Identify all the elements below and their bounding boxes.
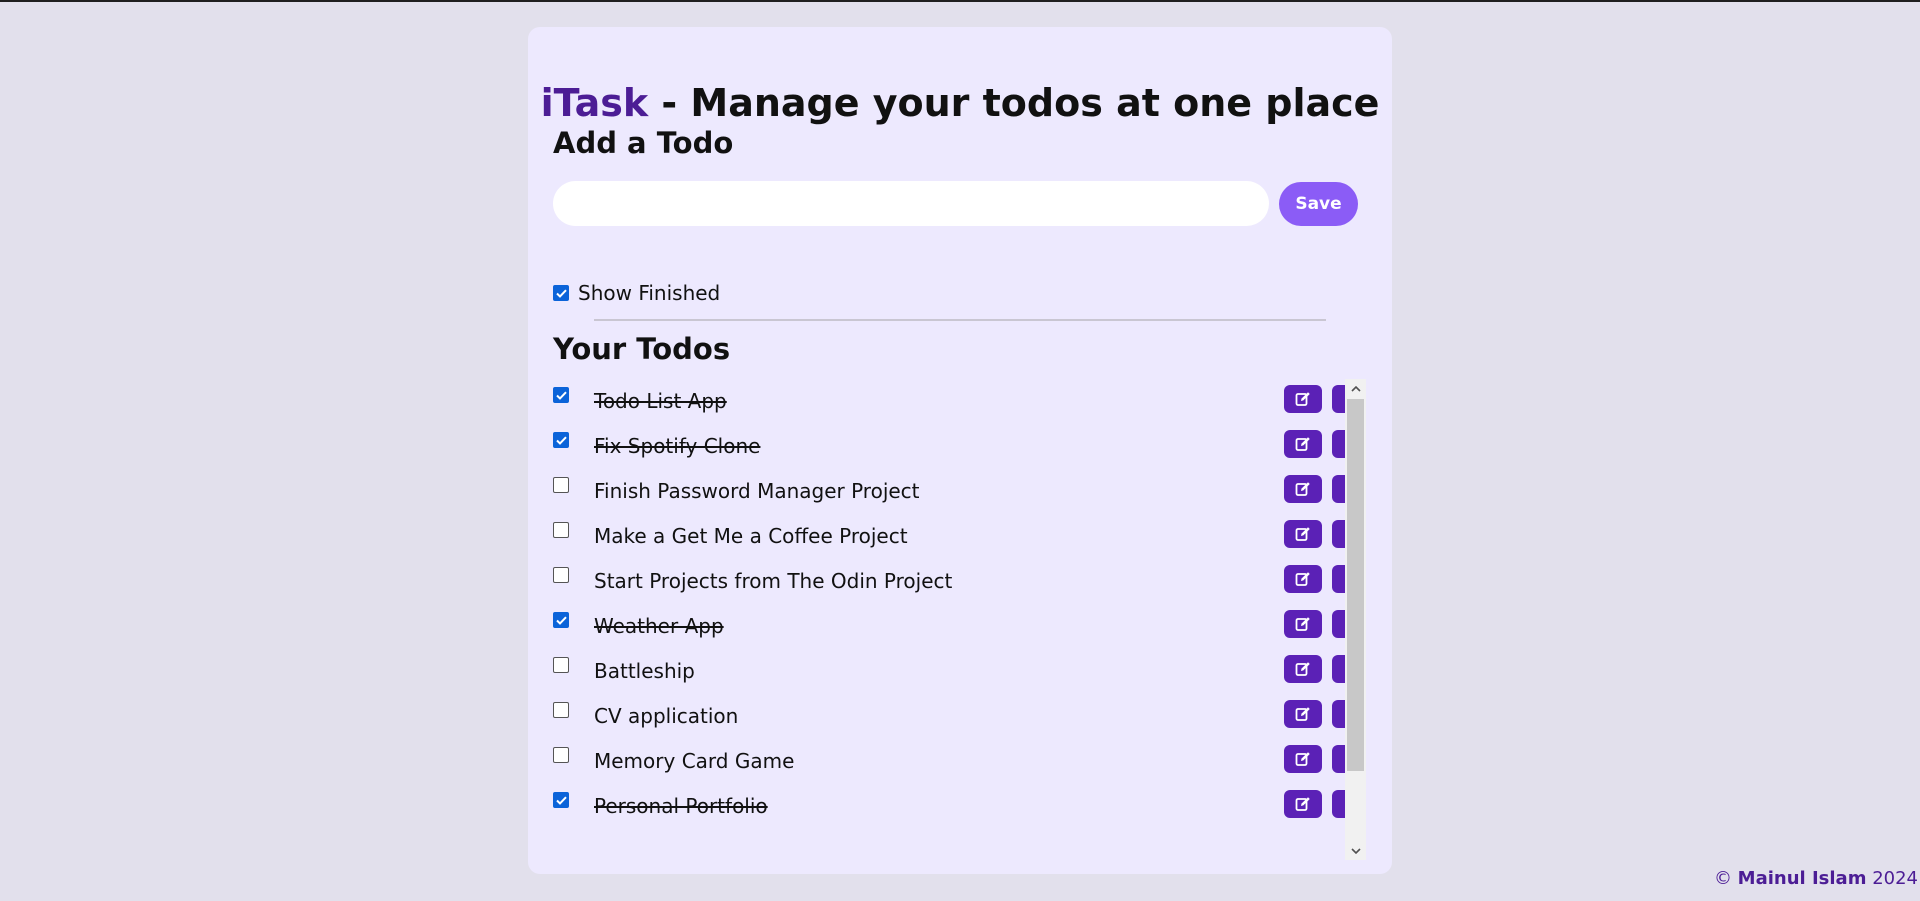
todo-text: Finish Password Manager Project [594,479,920,503]
edit-todo-button[interactable] [1284,700,1322,728]
scrollbar-thumb[interactable] [1347,399,1364,771]
show-finished-toggle[interactable]: Show Finished [553,281,720,305]
todo-text: Start Projects from The Odin Project [594,569,953,593]
edit-icon [1295,661,1311,677]
edit-icon [1295,436,1311,452]
edit-todo-button[interactable] [1284,430,1322,458]
edit-todo-button[interactable] [1284,790,1322,818]
brand-name: iTask [540,81,649,125]
show-finished-checkbox[interactable] [553,285,569,301]
page-title: iTask - Manage your todos at one place [528,77,1392,129]
edit-icon [1295,571,1311,587]
edit-icon [1295,526,1311,542]
edit-todo-button[interactable] [1284,565,1322,593]
edit-icon [1295,796,1311,812]
todo-list-scrollbar[interactable] [1345,379,1366,860]
todo-text: Make a Get Me a Coffee Project [594,524,908,548]
edit-icon [1295,481,1311,497]
edit-todo-button[interactable] [1284,610,1322,638]
main-card: iTask - Manage your todos at one place A… [528,27,1392,874]
todo-text: Memory Card Game [594,749,795,773]
todo-item: Personal Portfolio [553,784,1366,829]
footer-author: Mainul Islam [1737,868,1867,889]
add-todo-heading: Add a Todo [553,126,734,160]
edit-todo-button[interactable] [1284,745,1322,773]
edit-todo-button[interactable] [1284,520,1322,548]
todo-item: Start Projects from The Odin Project [553,559,1366,604]
todo-item: CV application [553,694,1366,739]
save-button[interactable]: Save [1279,182,1358,226]
footer: © Mainul Islam 2024 [1714,867,1918,891]
edit-todo-button[interactable] [1284,385,1322,413]
todo-text: CV application [594,704,739,728]
divider [594,319,1326,321]
edit-icon [1295,391,1311,407]
todo-checkbox[interactable] [553,567,569,583]
todo-text: Fix Spotify Clone [594,434,761,458]
show-finished-label: Show Finished [578,281,721,305]
edit-icon [1295,616,1311,632]
todo-checkbox[interactable] [553,477,569,493]
todo-checkbox[interactable] [553,612,569,628]
edit-icon [1295,706,1311,722]
todo-checkbox[interactable] [553,657,569,673]
todo-checkbox[interactable] [553,432,569,448]
todo-checkbox[interactable] [553,702,569,718]
todo-text: Battleship [594,659,695,683]
your-todos-heading: Your Todos [553,332,731,366]
todo-checkbox[interactable] [553,387,569,403]
todo-checkbox[interactable] [553,792,569,808]
todo-item: Weather App [553,604,1366,649]
todo-text: Personal Portfolio [594,794,768,818]
scroll-down-arrow-icon[interactable] [1345,842,1366,859]
todo-item: Make a Get Me a Coffee Project [553,514,1366,559]
window-top-border [0,0,1920,2]
todo-text: Weather App [594,614,724,638]
todo-item: Battleship [553,649,1366,694]
todo-text: Todo List App [594,389,727,413]
copyright-symbol: © [1713,868,1732,889]
edit-icon [1295,751,1311,767]
todo-checkbox[interactable] [553,747,569,763]
todo-list: Todo List App Fix Spotify Clone Finish Pas… [553,379,1366,838]
edit-todo-button[interactable] [1284,655,1322,683]
page-title-text: - Manage your todos at one place [648,81,1380,125]
footer-year: 2024 [1872,868,1918,889]
todo-input[interactable] [553,181,1269,226]
edit-todo-button[interactable] [1284,475,1322,503]
todo-item: Todo List App [553,379,1366,424]
todo-item: Memory Card Game [553,739,1366,784]
scroll-up-arrow-icon[interactable] [1345,380,1366,397]
todo-item: Fix Spotify Clone [553,424,1366,469]
todo-checkbox[interactable] [553,522,569,538]
todo-item: Finish Password Manager Project [553,469,1366,514]
